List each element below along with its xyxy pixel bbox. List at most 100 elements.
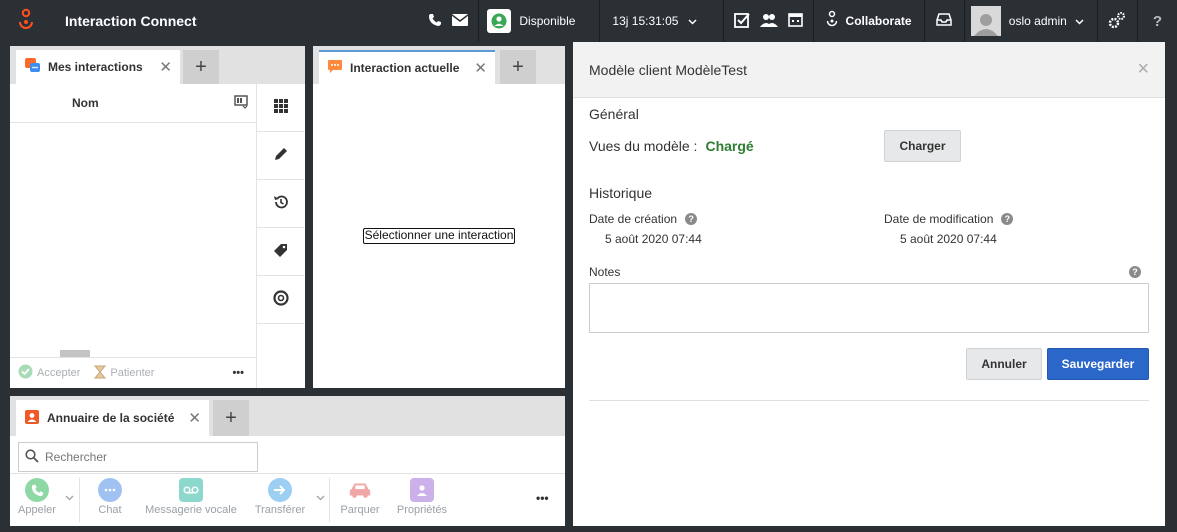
tab-label: Mes interactions	[48, 60, 143, 74]
help-icon[interactable]: ?	[685, 213, 698, 225]
inbox-button[interactable]	[925, 0, 964, 42]
select-interaction-message: Sélectionner une interaction	[363, 228, 515, 244]
pencil-icon	[273, 147, 288, 165]
calendar-icon[interactable]	[787, 12, 803, 30]
inbox-icon	[936, 13, 952, 29]
chat-button[interactable]: Chat	[92, 478, 128, 516]
client-template-dialog: Modèle client ModèleTest × Général Vues …	[573, 42, 1165, 526]
hold-label: Patienter	[110, 367, 155, 379]
load-button[interactable]: Charger	[884, 130, 961, 162]
available-status-icon	[487, 9, 512, 33]
close-tab-icon[interactable]: ✕	[474, 59, 487, 77]
tag-icon	[273, 243, 288, 261]
email-icon[interactable]	[451, 13, 469, 29]
app-title: Interaction Connect	[65, 13, 197, 29]
notes-button[interactable]	[257, 132, 304, 180]
close-icon[interactable]: ×	[1137, 58, 1149, 81]
tag-button[interactable]	[257, 228, 304, 276]
dock-divider	[79, 478, 80, 522]
hourglass-icon	[94, 365, 107, 382]
gears-icon	[1108, 11, 1126, 32]
help-label: ?	[1152, 12, 1162, 30]
check-icon	[18, 364, 33, 382]
add-tab-button[interactable]: +	[213, 400, 249, 436]
transfer-label: Transférer	[254, 504, 306, 516]
keypad-button[interactable]	[257, 84, 304, 132]
lifebuoy-icon	[272, 290, 289, 309]
status-selector[interactable]: Disponible	[479, 0, 599, 42]
scrollbar-thumb[interactable]	[60, 350, 90, 357]
phone-icon[interactable]	[428, 13, 442, 30]
call-button[interactable]: Appeler	[18, 478, 56, 516]
cancel-button[interactable]: Annuler	[966, 348, 1042, 380]
top-bar: Interaction Connect Disponible 13j 15:31…	[0, 0, 1177, 42]
collaborate-button[interactable]: Collaborate	[814, 0, 924, 42]
support-button[interactable]	[257, 276, 304, 324]
keypad-icon	[273, 99, 288, 116]
users-icon[interactable]	[759, 13, 778, 30]
transfer-options-chevron-icon[interactable]	[316, 490, 325, 504]
properties-icon	[410, 478, 434, 502]
accept-button[interactable]: Accepter	[18, 364, 80, 382]
chat-icon	[98, 478, 122, 502]
phone-icon	[25, 478, 49, 502]
history-button[interactable]	[257, 180, 304, 228]
more-actions-button[interactable]: •••	[232, 367, 244, 379]
save-button[interactable]: Sauvegarder	[1047, 348, 1149, 380]
modification-date-value: 5 août 2020 07:44	[900, 232, 997, 246]
call-label: Appeler	[18, 504, 56, 516]
properties-label: Propriétés	[396, 504, 448, 516]
column-settings-icon[interactable]	[234, 94, 248, 112]
column-name-header[interactable]: Nom	[72, 96, 99, 110]
avatar	[970, 6, 1001, 36]
voicemail-label: Messagerie vocale	[145, 504, 237, 516]
history-icon	[273, 194, 289, 213]
search-icon	[25, 448, 39, 466]
transfer-button[interactable]: Transférer	[252, 478, 308, 516]
tab-company-directory[interactable]: Annuaire de la société ✕	[16, 400, 209, 436]
park-button[interactable]: Parquer	[336, 478, 384, 516]
genesys-logo-icon	[0, 0, 51, 42]
dialog-title: Modèle client ModèleTest	[589, 61, 747, 78]
interaction-actions-bar: Accepter Patienter •••	[10, 357, 256, 388]
interactions-icon	[24, 57, 41, 77]
template-views-label: Vues du modèle :	[589, 138, 698, 154]
current-interaction-panel: Interaction actuelle ✕ + Sélectionner un…	[313, 46, 565, 388]
tab-my-interactions[interactable]: Mes interactions ✕	[16, 50, 180, 84]
status-time[interactable]: 13j 15:31:05	[600, 0, 722, 42]
interactions-list-header: Nom	[10, 84, 256, 123]
add-tab-button[interactable]: +	[183, 50, 219, 84]
settings-button[interactable]	[1098, 0, 1137, 42]
tasks-icon[interactable]	[733, 12, 750, 31]
close-tab-icon[interactable]: ✕	[188, 409, 201, 427]
notes-help-icon[interactable]: ?	[1129, 266, 1141, 278]
properties-button[interactable]: Propriétés	[392, 478, 452, 516]
call-options-chevron-icon[interactable]	[65, 490, 74, 504]
voicemail-icon	[179, 478, 203, 502]
history-section-title: Historique	[589, 185, 653, 201]
notes-label: Notes	[589, 265, 621, 279]
user-menu[interactable]: oslo admin	[965, 0, 1097, 42]
help-button[interactable]: ?	[1138, 0, 1177, 42]
modification-date-label: Date de modification	[884, 212, 994, 226]
hold-button[interactable]: Patienter	[94, 365, 154, 382]
add-tab-button[interactable]: +	[500, 50, 536, 84]
notes-textarea[interactable]	[589, 283, 1149, 333]
collaborate-label: Collaborate	[845, 14, 912, 28]
modification-date-label-row: Date de modification ?	[884, 212, 1014, 226]
tab-current-interaction[interactable]: Interaction actuelle ✕	[319, 50, 495, 84]
accept-label: Accepter	[37, 367, 81, 379]
car-icon	[348, 478, 372, 502]
park-label: Parquer	[340, 504, 380, 516]
status-time-label: 13j 15:31:05	[612, 14, 679, 28]
chat-bubble-icon	[327, 59, 343, 78]
help-icon[interactable]: ?	[1001, 213, 1014, 225]
general-section-title: Général	[589, 106, 639, 122]
voicemail-button[interactable]: Messagerie vocale	[141, 478, 241, 516]
close-tab-icon[interactable]: ✕	[159, 58, 172, 76]
chevron-down-icon	[1075, 14, 1084, 28]
search-input[interactable]	[45, 450, 240, 464]
search-box[interactable]	[18, 442, 258, 472]
directory-more-button[interactable]: •••	[536, 491, 549, 505]
side-toolbar	[256, 84, 304, 388]
